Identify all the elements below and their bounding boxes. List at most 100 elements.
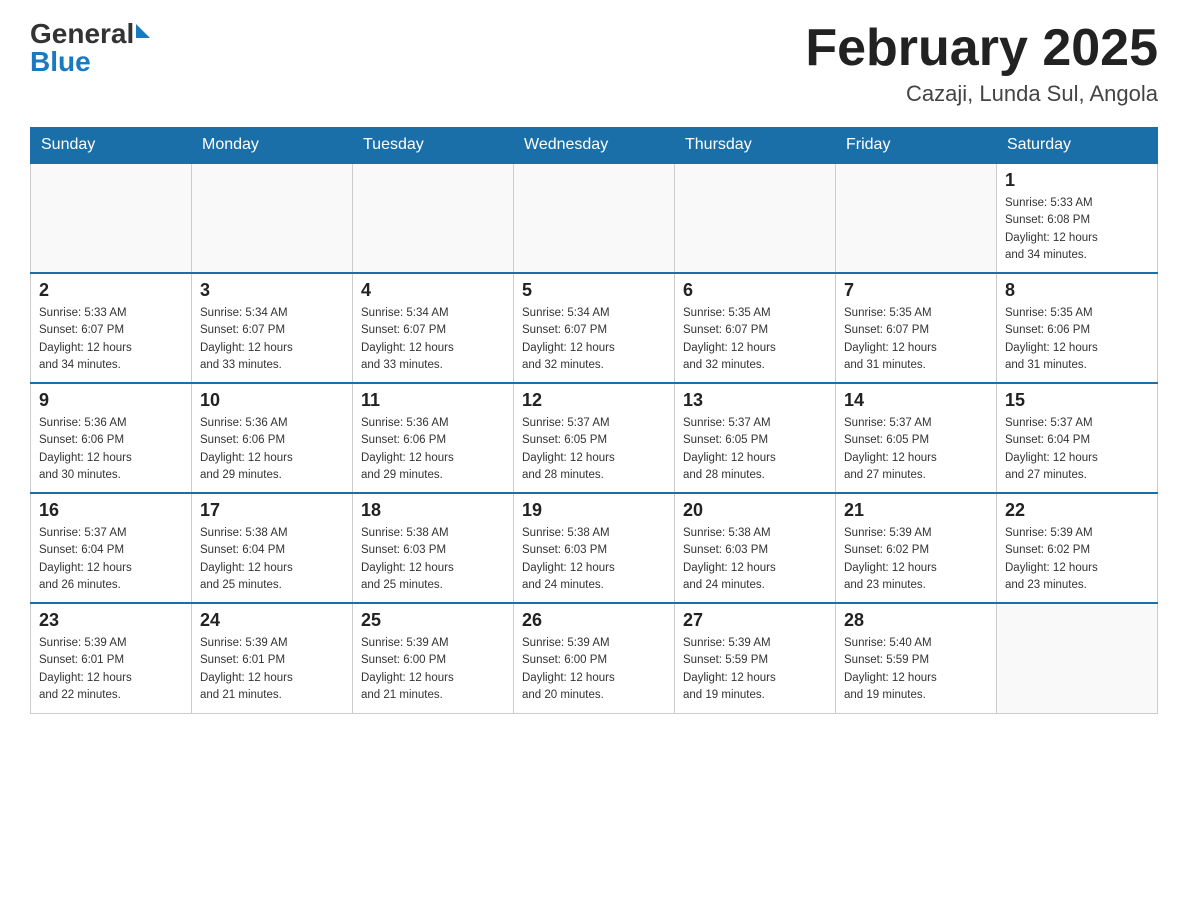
day-info: Sunrise: 5:33 AMSunset: 6:07 PMDaylight:…	[39, 305, 183, 374]
day-number: 4	[361, 280, 505, 301]
calendar-week-row: 1 Sunrise: 5:33 AMSunset: 6:08 PMDaylight…	[31, 163, 1158, 273]
calendar-cell: 14 Sunrise: 5:37 AMSunset: 6:05 PMDayligh…	[836, 383, 997, 493]
day-number: 1	[1005, 170, 1149, 191]
day-number: 27	[683, 610, 827, 631]
calendar-cell	[514, 163, 675, 273]
calendar-cell: 22 Sunrise: 5:39 AMSunset: 6:02 PMDayligh…	[997, 493, 1158, 603]
day-number: 20	[683, 500, 827, 521]
calendar-cell: 23 Sunrise: 5:39 AMSunset: 6:01 PMDayligh…	[31, 603, 192, 713]
calendar-cell: 2 Sunrise: 5:33 AMSunset: 6:07 PMDaylight…	[31, 273, 192, 383]
calendar-cell	[31, 163, 192, 273]
calendar-cell: 3 Sunrise: 5:34 AMSunset: 6:07 PMDaylight…	[192, 273, 353, 383]
calendar-cell: 15Sunrise: 5:37 AMSunset: 6:04 PMDayligh…	[997, 383, 1158, 493]
weekday-header-monday: Monday	[192, 128, 353, 164]
calendar-cell: 16 Sunrise: 5:37 AMSunset: 6:04 PMDayligh…	[31, 493, 192, 603]
day-number: 28	[844, 610, 988, 631]
calendar-cell: 18 Sunrise: 5:38 AMSunset: 6:03 PMDayligh…	[353, 493, 514, 603]
calendar-week-row: 23 Sunrise: 5:39 AMSunset: 6:01 PMDayligh…	[31, 603, 1158, 713]
day-number: 5	[522, 280, 666, 301]
weekday-header-saturday: Saturday	[997, 128, 1158, 164]
title-area: February 2025 Cazaji, Lunda Sul, Angola	[805, 20, 1158, 107]
calendar-cell: 26 Sunrise: 5:39 AMSunset: 6:00 PMDayligh…	[514, 603, 675, 713]
day-info: Sunrise: 5:36 AMSunset: 6:06 PMDaylight:…	[39, 415, 183, 484]
day-number: 12	[522, 390, 666, 411]
calendar-week-row: 9Sunrise: 5:36 AMSunset: 6:06 PMDaylight…	[31, 383, 1158, 493]
day-info: Sunrise: 5:34 AMSunset: 6:07 PMDaylight:…	[200, 305, 344, 374]
day-info: Sunrise: 5:35 AMSunset: 6:07 PMDaylight:…	[683, 305, 827, 374]
day-number: 7	[844, 280, 988, 301]
day-number: 21	[844, 500, 988, 521]
day-info: Sunrise: 5:37 AMSunset: 6:05 PMDaylight:…	[683, 415, 827, 484]
calendar-cell: 20 Sunrise: 5:38 AMSunset: 6:03 PMDayligh…	[675, 493, 836, 603]
day-info: Sunrise: 5:35 AMSunset: 6:07 PMDaylight:…	[844, 305, 988, 374]
calendar-cell: 7 Sunrise: 5:35 AMSunset: 6:07 PMDaylight…	[836, 273, 997, 383]
day-info: Sunrise: 5:37 AMSunset: 6:04 PMDaylight:…	[39, 525, 183, 594]
logo-arrow-icon	[136, 24, 150, 38]
calendar-cell: 13 Sunrise: 5:37 AMSunset: 6:05 PMDayligh…	[675, 383, 836, 493]
day-number: 18	[361, 500, 505, 521]
day-number: 3	[200, 280, 344, 301]
day-info: Sunrise: 5:38 AMSunset: 6:03 PMDaylight:…	[522, 525, 666, 594]
header: General Blue February 2025 Cazaji, Lunda…	[30, 20, 1158, 107]
day-number: 17	[200, 500, 344, 521]
logo: General Blue	[30, 20, 150, 76]
day-number: 11	[361, 390, 505, 411]
day-info: Sunrise: 5:37 AMSunset: 6:05 PMDaylight:…	[522, 415, 666, 484]
day-number: 10	[200, 390, 344, 411]
day-info: Sunrise: 5:36 AMSunset: 6:06 PMDaylight:…	[200, 415, 344, 484]
weekday-header-friday: Friday	[836, 128, 997, 164]
day-number: 6	[683, 280, 827, 301]
day-number: 23	[39, 610, 183, 631]
day-info: Sunrise: 5:36 AMSunset: 6:06 PMDaylight:…	[361, 415, 505, 484]
calendar-cell	[836, 163, 997, 273]
day-info: Sunrise: 5:38 AMSunset: 6:03 PMDaylight:…	[683, 525, 827, 594]
day-number: 22	[1005, 500, 1149, 521]
calendar-table: SundayMondayTuesdayWednesdayThursdayFrid…	[30, 127, 1158, 714]
day-info: Sunrise: 5:39 AMSunset: 6:01 PMDaylight:…	[39, 635, 183, 704]
day-info: Sunrise: 5:39 AMSunset: 5:59 PMDaylight:…	[683, 635, 827, 704]
day-info: Sunrise: 5:39 AMSunset: 6:02 PMDaylight:…	[1005, 525, 1149, 594]
day-number: 26	[522, 610, 666, 631]
calendar-cell: 19Sunrise: 5:38 AMSunset: 6:03 PMDayligh…	[514, 493, 675, 603]
day-info: Sunrise: 5:39 AMSunset: 6:00 PMDaylight:…	[522, 635, 666, 704]
weekday-header-thursday: Thursday	[675, 128, 836, 164]
weekday-header-wednesday: Wednesday	[514, 128, 675, 164]
calendar-cell: 21Sunrise: 5:39 AMSunset: 6:02 PMDayligh…	[836, 493, 997, 603]
calendar-cell: 28 Sunrise: 5:40 AMSunset: 5:59 PMDayligh…	[836, 603, 997, 713]
calendar-cell: 5 Sunrise: 5:34 AMSunset: 6:07 PMDaylight…	[514, 273, 675, 383]
calendar-cell: 27 Sunrise: 5:39 AMSunset: 5:59 PMDayligh…	[675, 603, 836, 713]
day-number: 16	[39, 500, 183, 521]
calendar-cell: 4Sunrise: 5:34 AMSunset: 6:07 PMDaylight…	[353, 273, 514, 383]
day-number: 13	[683, 390, 827, 411]
logo-blue: Blue	[30, 48, 150, 76]
day-info: Sunrise: 5:34 AMSunset: 6:07 PMDaylight:…	[522, 305, 666, 374]
day-info: Sunrise: 5:33 AMSunset: 6:08 PMDaylight:…	[1005, 195, 1149, 264]
weekday-header-sunday: Sunday	[31, 128, 192, 164]
calendar-cell	[997, 603, 1158, 713]
calendar-cell: 11 Sunrise: 5:36 AMSunset: 6:06 PMDayligh…	[353, 383, 514, 493]
day-info: Sunrise: 5:38 AMSunset: 6:03 PMDaylight:…	[361, 525, 505, 594]
day-number: 14	[844, 390, 988, 411]
calendar-cell: 1 Sunrise: 5:33 AMSunset: 6:08 PMDaylight…	[997, 163, 1158, 273]
calendar-cell	[353, 163, 514, 273]
day-info: Sunrise: 5:39 AMSunset: 6:01 PMDaylight:…	[200, 635, 344, 704]
calendar-cell: 25 Sunrise: 5:39 AMSunset: 6:00 PMDayligh…	[353, 603, 514, 713]
calendar-week-row: 2 Sunrise: 5:33 AMSunset: 6:07 PMDaylight…	[31, 273, 1158, 383]
day-info: Sunrise: 5:40 AMSunset: 5:59 PMDaylight:…	[844, 635, 988, 704]
day-number: 25	[361, 610, 505, 631]
calendar-cell: 8Sunrise: 5:35 AMSunset: 6:06 PMDaylight…	[997, 273, 1158, 383]
location-subtitle: Cazaji, Lunda Sul, Angola	[805, 81, 1158, 107]
logo-general: General	[30, 20, 134, 48]
day-info: Sunrise: 5:37 AMSunset: 6:05 PMDaylight:…	[844, 415, 988, 484]
day-info: Sunrise: 5:37 AMSunset: 6:04 PMDaylight:…	[1005, 415, 1149, 484]
calendar-cell: 24Sunrise: 5:39 AMSunset: 6:01 PMDayligh…	[192, 603, 353, 713]
calendar-cell: 12 Sunrise: 5:37 AMSunset: 6:05 PMDayligh…	[514, 383, 675, 493]
day-number: 8	[1005, 280, 1149, 301]
day-info: Sunrise: 5:39 AMSunset: 6:00 PMDaylight:…	[361, 635, 505, 704]
calendar-cell: 10 Sunrise: 5:36 AMSunset: 6:06 PMDayligh…	[192, 383, 353, 493]
day-number: 2	[39, 280, 183, 301]
month-title: February 2025	[805, 20, 1158, 77]
calendar-cell	[675, 163, 836, 273]
calendar-week-row: 16 Sunrise: 5:37 AMSunset: 6:04 PMDayligh…	[31, 493, 1158, 603]
weekday-header-tuesday: Tuesday	[353, 128, 514, 164]
